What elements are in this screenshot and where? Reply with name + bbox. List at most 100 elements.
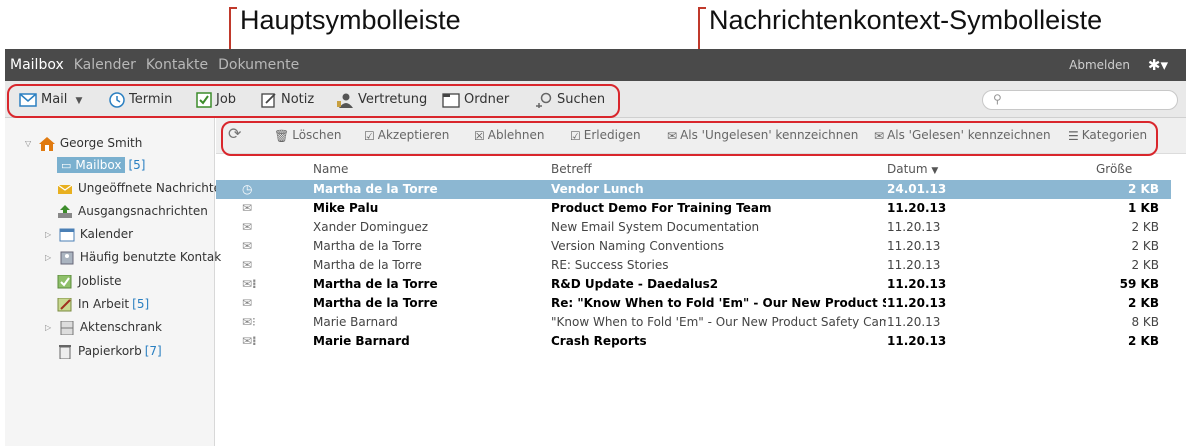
new-job-button[interactable]: Job — [196, 91, 236, 109]
sidebar-item-count: [5] — [128, 158, 146, 172]
envelope-icon: ✉ — [667, 128, 678, 143]
sidebar-item-calendar[interactable]: ▷ Kalender — [45, 225, 133, 243]
envelope-open-icon — [57, 184, 73, 194]
contacts-icon — [60, 251, 74, 264]
mark-read-label: Als 'Gelesen' kennzeichnen — [887, 128, 1051, 142]
message-sender: Mike Palu — [313, 201, 379, 215]
message-subject: "Know When to Fold 'Em" - Our New Produc… — [551, 315, 886, 329]
sidebar-item-trash[interactable]: Papierkorb [7] — [57, 342, 162, 360]
chevron-down-icon[interactable]: ▼ — [76, 96, 83, 106]
message-sender: Martha de la Torre — [313, 258, 422, 272]
message-row[interactable]: ✉ Martha de la Torre Re: "Know When to F… — [216, 294, 1171, 313]
column-header-size[interactable]: Größe — [1096, 162, 1132, 176]
delegation-button[interactable]: Vertretung — [336, 91, 427, 109]
tab-mailbox[interactable]: Mailbox — [5, 49, 69, 81]
tab-kalender[interactable]: Kalender — [69, 49, 141, 81]
clock-icon — [109, 91, 125, 108]
folder-button[interactable]: Ordner — [442, 91, 509, 109]
sidebar-item-joblist[interactable]: Jobliste — [57, 272, 122, 290]
mark-unread-label: Als 'Ungelesen' kennzeichnen — [680, 128, 859, 142]
context-toolbar-annotation-text: Nachrichtenkontext-Symbolleiste — [709, 5, 1103, 35]
tray-icon: ▭ — [61, 159, 72, 172]
envelope-open-icon: ✉ — [242, 258, 253, 272]
new-mail-button[interactable]: Mail ▼ — [19, 91, 82, 109]
search-field[interactable]: ⚲ — [982, 90, 1178, 110]
cabinet-icon — [60, 320, 74, 335]
message-sender: Xander Dominguez — [313, 220, 429, 234]
message-sender: Martha de la Torre — [313, 296, 438, 310]
message-row[interactable]: ✉ Martha de la Torre Version Naming Conv… — [216, 237, 1171, 256]
sidebar-item-outbox[interactable]: Ausgangsnachrichten — [57, 202, 208, 220]
categories-label: Kategorien — [1081, 128, 1148, 142]
message-subject: Product Demo For Training Team — [551, 201, 772, 215]
delete-label: Löschen — [292, 128, 342, 142]
sidebar-item-frequent-contacts[interactable]: ▷ Häufig benutzte Kontak — [45, 248, 221, 266]
sidebar-item-label: Jobliste — [78, 274, 122, 288]
search-button[interactable]: Suchen — [535, 91, 605, 109]
delete-button[interactable]: 🗑 Löschen — [274, 128, 342, 143]
decline-label: Ablehnen — [487, 128, 545, 142]
tab-dokumente[interactable]: Dokumente — [213, 49, 304, 81]
new-note-button[interactable]: Notiz — [261, 91, 314, 109]
sidebar-item-count: [5] — [132, 297, 150, 311]
sidebar-item-label: Mailbox — [75, 158, 122, 172]
message-row[interactable]: ✉⁝ Marie Barnard Crash Reports 11.20.13 … — [216, 332, 1171, 351]
envelope-open-icon: ✉ — [242, 239, 253, 253]
message-row[interactable]: ✉⁝ Martha de la Torre R&D Update - Daeda… — [216, 275, 1171, 294]
new-mail-label: Mail — [41, 92, 68, 107]
expand-toggle-icon[interactable]: ▷ — [45, 319, 55, 337]
message-row[interactable]: ✉ Martha de la Torre RE: Success Stories… — [216, 256, 1171, 275]
sidebar-item-mailbox[interactable]: ▭ Mailbox [5] — [57, 156, 145, 174]
sidebar-item-unopened[interactable]: Ungeöffnete Nachrichte — [57, 179, 221, 197]
home-icon — [38, 136, 55, 151]
accept-button[interactable]: ☑ Akzeptieren — [364, 128, 449, 143]
context-toolbar: ⟳ 🗑 Löschen ☑ Akzeptieren ☒ Ablehnen ☑ Erled… — [216, 118, 1186, 154]
message-sender: Marie Barnard — [313, 334, 410, 348]
note-pencil-icon — [261, 92, 276, 108]
expand-toggle-icon[interactable]: ▷ — [45, 249, 55, 267]
refresh-icon[interactable]: ⟳ — [228, 124, 241, 143]
context-toolbar-annotation: Nachrichtenkontext-Symbolleiste — [698, 5, 1102, 36]
complete-button[interactable]: ☑ Erledigen — [570, 128, 641, 143]
sidebar-user[interactable]: ▽ George Smith — [25, 134, 142, 152]
mark-unread-button[interactable]: ✉ Als 'Ungelesen' kennzeichnen — [667, 128, 858, 143]
envelope-icon: ✉ — [242, 296, 253, 310]
complete-label: Erledigen — [583, 128, 641, 142]
expand-toggle-icon[interactable]: ▷ — [45, 226, 55, 244]
envelope-attachment-icon: ✉⁝ — [242, 334, 257, 348]
message-size: 1 KB — [1128, 201, 1159, 215]
message-size: 8 KB — [1131, 315, 1159, 329]
expand-toggle-icon[interactable]: ▽ — [25, 135, 35, 153]
search-input[interactable] — [1011, 93, 1171, 107]
message-date: 11.20.13 — [887, 258, 941, 272]
column-header-date[interactable]: Datum ▼ — [887, 162, 938, 176]
message-size: 2 KB — [1128, 182, 1159, 196]
new-appointment-button[interactable]: Termin — [109, 91, 172, 109]
new-job-label: Job — [216, 92, 237, 107]
logout-link[interactable]: Abmelden — [1069, 49, 1130, 81]
sidebar-item-count: [7] — [144, 344, 162, 358]
in-progress-icon — [57, 297, 72, 311]
clock-icon: ◷ — [242, 182, 253, 196]
message-size: 2 KB — [1128, 334, 1159, 348]
message-row[interactable]: ✉⁝ Marie Barnard "Know When to Fold 'Em"… — [216, 313, 1171, 332]
delegation-label: Vertretung — [358, 92, 428, 107]
message-date: 24.01.13 — [887, 182, 947, 196]
column-header-date-label: Datum — [887, 162, 928, 176]
column-header-subject[interactable]: Betreff — [551, 162, 592, 176]
sidebar-item-in-progress[interactable]: In Arbeit [5] — [57, 295, 149, 313]
mark-read-button[interactable]: ✉ Als 'Gelesen' kennzeichnen — [874, 128, 1051, 143]
column-header-name[interactable]: Name — [313, 162, 348, 176]
message-row[interactable]: ✉ Mike Palu Product Demo For Training Te… — [216, 199, 1171, 218]
message-row[interactable]: ◷ Martha de la Torre Vendor Lunch 24.01.… — [216, 180, 1171, 199]
tab-kontakte[interactable]: Kontakte — [141, 49, 213, 81]
sidebar-item-mailbox-box: ▭ Mailbox — [57, 157, 126, 173]
sidebar-item-file-cabinet[interactable]: ▷ Aktenschrank — [45, 318, 162, 336]
categories-button[interactable]: ☰ Kategorien — [1068, 128, 1147, 143]
decline-button[interactable]: ☒ Ablehnen — [474, 128, 545, 143]
search-label: Suchen — [557, 92, 606, 107]
gear-icon[interactable]: ✱▾ — [1148, 56, 1168, 74]
message-sender: Martha de la Torre — [313, 277, 438, 291]
message-row[interactable]: ✉ Xander Dominguez New Email System Docu… — [216, 218, 1171, 237]
message-date: 11.20.13 — [887, 201, 947, 215]
